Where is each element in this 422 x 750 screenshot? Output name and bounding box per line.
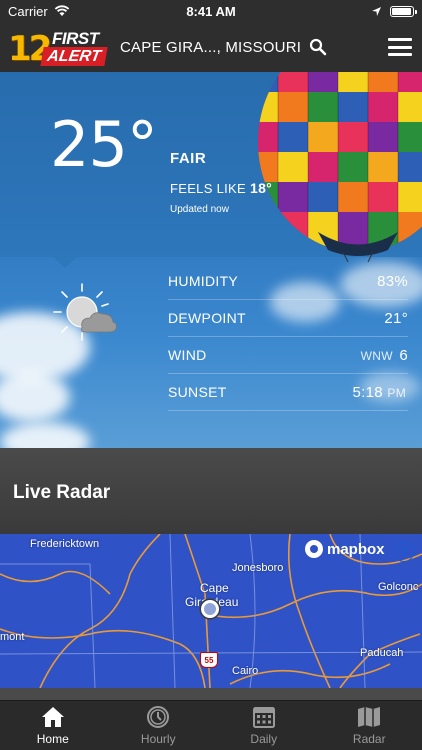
map-label-cape: Cape (200, 581, 229, 595)
logo-first: FIRST (52, 29, 99, 48)
feels-like: FEELS LIKE 18° (170, 180, 272, 196)
logo-alert: ALERT (40, 47, 108, 66)
feels-like-label: FEELS LIKE (170, 181, 246, 196)
tab-radar[interactable]: Radar (317, 701, 422, 750)
detail-label: HUMIDITY (168, 273, 239, 289)
partly-cloudy-sun-icon (53, 283, 117, 341)
battery-icon (390, 5, 417, 17)
detail-label: WIND (168, 347, 207, 363)
status-bar: Carrier 8:41 AM (0, 0, 422, 22)
home-icon (41, 707, 64, 727)
tab-daily[interactable]: Daily (211, 701, 317, 750)
map-label-mont: mont (0, 631, 25, 643)
current-temperature: 25° (50, 108, 158, 181)
info-icon[interactable]: i (394, 542, 414, 562)
app-header: 12 FIRST ALERT CAPE GIRA..., MISSOURI (0, 22, 422, 72)
map-label-golconda: Golconc (378, 581, 419, 593)
mapbox-logo-icon (305, 540, 323, 558)
updated-text: Updated now (170, 204, 229, 215)
detail-label: DEWPOINT (168, 310, 246, 326)
tab-label: Daily (250, 732, 278, 746)
status-time: 8:41 AM (186, 3, 236, 19)
detail-value-group: 5:18 PM (353, 384, 408, 401)
radar-section-header[interactable]: Live Radar (0, 448, 422, 534)
tab-hourly[interactable]: Hourly (106, 701, 212, 750)
condition-text: FAIR (170, 150, 207, 167)
detail-label: SUNSET (168, 384, 227, 400)
clock-icon (147, 706, 170, 728)
detail-row-sunset: SUNSET 5:18 PM (168, 374, 408, 411)
wind-speed: 6 (399, 346, 408, 364)
sunset-time: 5:18 (352, 383, 383, 401)
map-label-jonesboro: Jonesboro (232, 562, 284, 574)
map-label-cairo: Cairo (232, 665, 259, 677)
detail-value: 21° (384, 309, 408, 327)
radar-title: Live Radar (13, 482, 111, 503)
location-name[interactable]: CAPE GIRA..., MISSOURI (120, 39, 301, 56)
current-conditions-panel: 25° FAIR FEELS LIKE 18° Updated now HUMID… (0, 72, 422, 448)
search-icon[interactable] (309, 38, 327, 56)
wind-direction: WNW (360, 348, 393, 363)
carrier-label: Carrier (8, 3, 48, 19)
wifi-icon (54, 5, 69, 16)
map-label-fredericktown: Fredericktown (30, 538, 100, 550)
mapbox-text: mapbox (327, 540, 385, 558)
detail-value: 83% (377, 272, 408, 290)
map-label-paducah: Paducah (360, 647, 404, 659)
location-arrow-icon (372, 6, 381, 16)
map-icon (358, 707, 381, 727)
tab-label: Hourly (140, 732, 176, 746)
radar-map[interactable]: Fredericktown Jonesboro Cape Girardeau G… (0, 534, 422, 688)
tab-label: Home (36, 732, 69, 746)
location-marker (201, 600, 219, 618)
tab-label: Radar (352, 732, 386, 746)
hot-air-balloon-image (258, 72, 422, 262)
sunset-ampm: PM (387, 385, 406, 400)
feels-like-value: 18° (249, 180, 273, 196)
detail-row-dewpoint: DEWPOINT 21° (168, 300, 408, 337)
section-divider (0, 688, 422, 700)
details-list: HUMIDITY 83% DEWPOINT 21° WIND WNW 6 SUN… (168, 263, 408, 411)
detail-row-wind: WIND WNW 6 (168, 337, 408, 374)
interstate-shield: 55 (200, 652, 218, 668)
summary-pointer (52, 256, 78, 268)
calendar-icon (252, 707, 275, 728)
brand-logo: 12 FIRST ALERT (8, 27, 108, 69)
detail-row-humidity: HUMIDITY 83% (168, 263, 408, 300)
tab-home[interactable]: Home (0, 701, 106, 750)
mapbox-attribution[interactable]: mapbox (305, 540, 385, 558)
detail-value-group: WNW 6 (361, 347, 408, 364)
hamburger-menu-icon[interactable] (388, 38, 412, 56)
tab-bar: Home Hourly Daily Radar (0, 700, 422, 750)
